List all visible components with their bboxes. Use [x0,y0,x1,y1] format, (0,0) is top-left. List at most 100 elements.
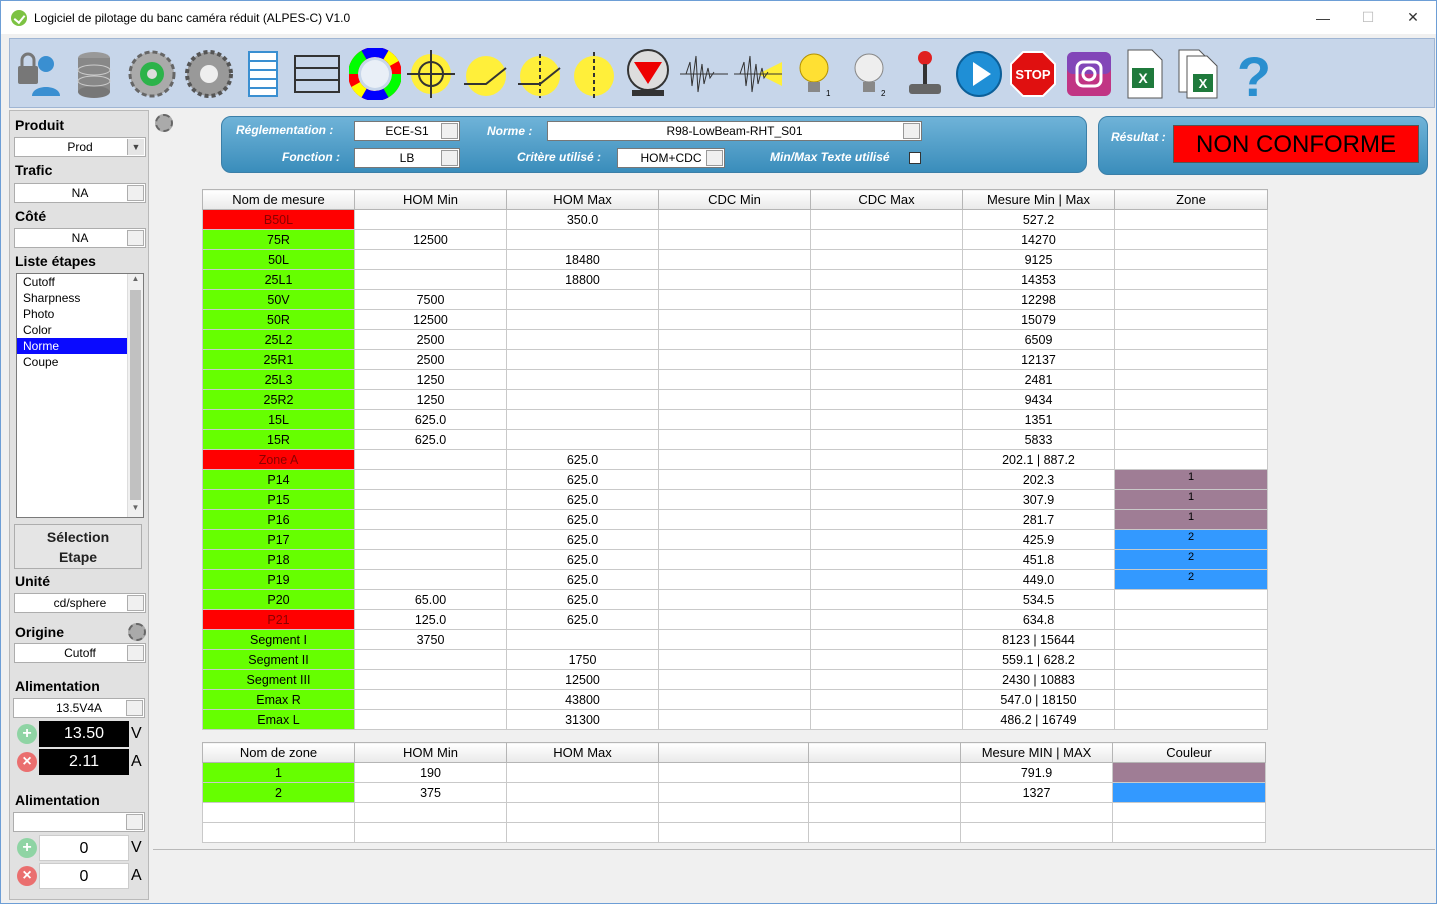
column-header[interactable]: CDC Max [810,189,963,210]
list-item-selected[interactable]: Norme [17,338,127,354]
table-row[interactable]: P15 625.0 307.9 1 [202,489,1268,510]
table-row[interactable]: P14 625.0 202.3 1 [202,469,1268,490]
table-row[interactable]: 2 375 1327 [202,782,1266,803]
alim2-select[interactable] [13,812,145,832]
plus-icon[interactable]: + [17,724,37,744]
table-row[interactable]: Segment II 1750 559.1 | 628.2 [202,649,1268,670]
dropdown-button[interactable] [126,700,143,716]
table-row[interactable]: Emax L 31300 486.2 | 16749 [202,709,1268,730]
dropdown-button[interactable] [126,814,143,830]
produit-select[interactable]: Prod ▼ [14,137,146,157]
unite-select[interactable]: cd/sphere [14,593,146,613]
table-row[interactable] [202,822,1266,843]
table-row[interactable]: P18 625.0 451.8 2 [202,549,1268,570]
list-item[interactable]: Photo [17,306,127,322]
table-row[interactable]: 50L 18480 9125 [202,249,1268,270]
close-circle-icon[interactable]: × [17,866,37,886]
table-row[interactable]: Zone A 625.0 202.1 | 887.2 [202,449,1268,470]
fonction-select[interactable]: LB [354,148,460,168]
red-triangle-icon[interactable] [622,47,674,101]
dropdown-button[interactable] [127,595,144,611]
column-header[interactable]: Nom de zone [202,742,355,763]
bulb-on-1-icon[interactable]: 1 [788,47,840,101]
plus-icon[interactable]: + [17,838,37,858]
column-header[interactable]: HOM Min [354,742,507,763]
table-row[interactable]: 25R2 1250 9434 [202,389,1268,410]
bulb-off-2-icon[interactable]: 2 [843,47,895,101]
cutoff-line-icon[interactable] [460,47,512,101]
trafic-select[interactable]: NA [14,183,146,203]
selection-etape-button[interactable]: Sélection Etape [14,524,142,569]
column-header[interactable]: Zone [1114,189,1268,210]
table-row[interactable]: 1 190 791.9 [202,762,1266,783]
help-icon[interactable]: ? [1228,47,1280,101]
table-row[interactable] [202,802,1266,823]
dropdown-button[interactable] [127,185,144,201]
scroll-up-icon[interactable]: ▲ [128,274,143,288]
minimize-button[interactable]: — [1300,1,1346,34]
list-item[interactable]: Cutoff [17,274,127,290]
table-row[interactable]: 15L 625.0 1351 [202,409,1268,430]
color-wheel-icon[interactable] [349,47,401,101]
minmax-checkbox[interactable] [909,152,921,164]
table-row[interactable]: P21 125.0 625.0 634.8 [202,609,1268,630]
alim1-voltage-field[interactable]: 13.50 [39,721,129,747]
table-row[interactable]: Segment III 12500 2430 | 10883 [202,669,1268,690]
refresh-gear-icon[interactable] [126,47,178,101]
play-icon[interactable] [953,47,1005,101]
cote-select[interactable]: NA [14,228,146,248]
rows-view-icon[interactable] [291,47,343,101]
table-row[interactable]: B50L 350.0 527.2 [202,209,1268,230]
alim2-voltage-field[interactable]: 0 [39,835,129,861]
settings-gear-icon[interactable] [155,114,173,132]
waveform-icon[interactable] [678,47,730,101]
close-button[interactable]: ✕ [1390,1,1436,34]
dropdown-button[interactable] [127,230,144,246]
column-header[interactable]: CDC Min [658,189,811,210]
column-header[interactable]: HOM Max [506,189,659,210]
column-header[interactable]: Nom de mesure [202,189,355,210]
table-row[interactable]: 25R1 2500 12137 [202,349,1268,370]
table-row[interactable]: 15R 625.0 5833 [202,429,1268,450]
table-row[interactable]: Segment I 3750 8123 | 15644 [202,629,1268,650]
column-header[interactable]: Couleur [1112,742,1266,763]
table-row[interactable]: P16 625.0 281.7 1 [202,509,1268,530]
origine-select[interactable]: Cutoff [14,643,146,663]
database-icon[interactable] [68,47,120,101]
table-row[interactable]: 50V 7500 12298 [202,289,1268,310]
table-row[interactable]: Emax R 43800 547.0 | 18150 [202,689,1268,710]
maximize-button[interactable]: ☐ [1345,1,1391,34]
scroll-down-icon[interactable]: ▼ [128,503,143,517]
etapes-list[interactable]: Cutoff Sharpness Photo Color Norme Coupe… [16,273,144,518]
cutoff-vertical-icon[interactable] [568,47,620,101]
column-header[interactable] [808,742,961,763]
table-row[interactable]: P17 625.0 425.9 2 [202,529,1268,550]
excel-icon[interactable]: X [1118,47,1170,101]
gear-icon[interactable] [183,47,235,101]
dropdown-button[interactable] [441,150,458,166]
norme-select[interactable]: R98-LowBeam-RHT_S01 [547,121,922,141]
excel-multi-icon[interactable]: X [1173,47,1225,101]
dropdown-button[interactable] [441,123,458,139]
stop-icon[interactable]: STOP [1007,47,1059,101]
alim2-current-field[interactable]: 0 [39,863,129,889]
scroll-thumb[interactable] [130,290,141,500]
table-row[interactable]: 25L3 1250 2481 [202,369,1268,390]
origine-gear-icon[interactable] [128,623,146,641]
list-view-icon[interactable] [237,47,289,101]
table-row[interactable]: 25L2 2500 6509 [202,329,1268,350]
close-circle-icon[interactable]: × [17,752,37,772]
table-row[interactable]: 50R 12500 15079 [202,309,1268,330]
joystick-icon[interactable] [899,47,951,101]
dropdown-button[interactable] [903,123,920,139]
critere-select[interactable]: HOM+CDC [617,148,725,168]
reglementation-select[interactable]: ECE-S1 [354,121,460,141]
cutoff-cross-icon[interactable] [514,47,566,101]
column-header[interactable]: HOM Min [354,189,507,210]
list-item[interactable]: Sharpness [17,290,127,306]
scrollbar[interactable]: ▲ ▼ [127,274,143,517]
column-header[interactable]: Mesure Min | Max [962,189,1115,210]
alim1-select[interactable]: 13.5V4A [13,698,145,718]
crosshair-icon[interactable] [405,47,457,101]
alim1-current-field[interactable]: 2.11 [39,749,129,775]
